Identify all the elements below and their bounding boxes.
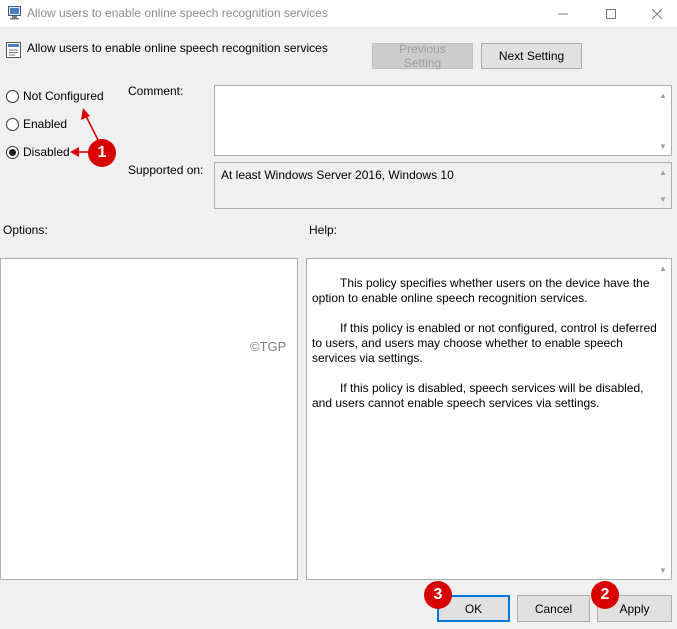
annotation-overlay	[70, 108, 99, 157]
callout-badge-2: 2	[591, 581, 619, 609]
callout-badge-3: 3	[424, 581, 452, 609]
callout-badge-1: 1	[88, 139, 116, 167]
annotation-arrow-line	[85, 115, 99, 141]
annotation-arrowhead	[81, 108, 90, 120]
annotation-arrowhead	[70, 147, 79, 157]
